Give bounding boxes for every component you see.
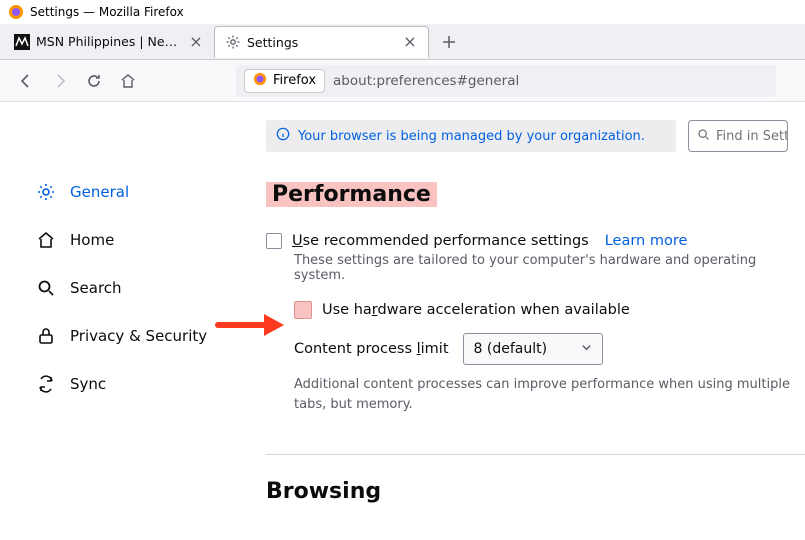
info-icon	[276, 127, 290, 145]
tailored-description: These settings are tailored to your comp…	[294, 253, 805, 283]
sidebar-item-label: Sync	[70, 375, 106, 393]
search-input[interactable]: Find in Settings	[688, 120, 788, 152]
content-process-limit-label: Content process limit	[294, 341, 449, 357]
url-identity-label: Firefox	[273, 73, 316, 88]
search-placeholder: Find in Settings	[716, 129, 788, 144]
window-titlebar: Settings — Mozilla Firefox	[0, 0, 805, 24]
close-icon[interactable]: ×	[402, 34, 418, 50]
url-bar[interactable]: Firefox about:preferences#general	[236, 65, 776, 97]
window-title: Settings — Mozilla Firefox	[30, 5, 184, 19]
tab-msn[interactable]: MSN Philippines | News, Outloo ×	[4, 26, 214, 58]
browsing-heading: Browsing	[266, 479, 381, 504]
hw-accel-checkbox-row[interactable]: Use hardware acceleration when available	[294, 301, 805, 319]
url-identity-box[interactable]: Firefox	[244, 69, 325, 93]
use-recommended-label: Use recommended performance settings	[292, 233, 589, 249]
nav-toolbar: Firefox about:preferences#general	[0, 60, 805, 102]
learn-more-link[interactable]: Learn more	[605, 233, 688, 249]
search-icon	[36, 278, 56, 298]
url-text: about:preferences#general	[333, 73, 519, 89]
reload-button[interactable]	[78, 65, 110, 97]
gear-icon	[225, 34, 241, 50]
firefox-logo-icon	[253, 72, 267, 90]
sync-icon	[36, 374, 56, 394]
new-tab-button[interactable]	[435, 28, 463, 56]
forward-button[interactable]	[44, 65, 76, 97]
lock-icon	[36, 326, 56, 346]
settings-sidebar: General Home Search Privacy & Security S…	[0, 102, 240, 540]
use-recommended-checkbox-row[interactable]: Use recommended performance settings Lea…	[266, 233, 805, 249]
checkbox-unchecked-icon[interactable]	[294, 301, 312, 319]
tab-label: MSN Philippines | News, Outloo	[36, 34, 182, 49]
sidebar-item-label: Privacy & Security	[70, 327, 207, 345]
tab-label: Settings	[247, 35, 396, 50]
tab-strip: MSN Philippines | News, Outloo × Setting…	[0, 24, 805, 60]
content-area: General Home Search Privacy & Security S…	[0, 102, 805, 540]
tab-settings[interactable]: Settings ×	[214, 26, 429, 58]
content-process-limit-dropdown[interactable]: 8 (default)	[463, 333, 603, 365]
sidebar-item-general[interactable]: General	[36, 172, 220, 212]
home-icon	[36, 230, 56, 250]
managed-infobar-text[interactable]: Your browser is being managed by your or…	[298, 129, 645, 144]
home-button[interactable]	[112, 65, 144, 97]
checkbox-unchecked-icon[interactable]	[266, 233, 282, 249]
gear-icon	[36, 182, 56, 202]
search-icon	[697, 128, 710, 145]
sidebar-item-home[interactable]: Home	[36, 220, 220, 260]
firefox-logo-icon	[8, 4, 24, 20]
close-icon[interactable]: ×	[188, 34, 204, 50]
sidebar-item-label: General	[70, 183, 129, 201]
chevron-down-icon	[581, 341, 592, 357]
msn-favicon-icon	[14, 34, 30, 50]
hw-accel-label: Use hardware acceleration when available	[322, 302, 630, 318]
performance-heading: Performance	[266, 182, 437, 207]
back-button[interactable]	[10, 65, 42, 97]
sidebar-item-sync[interactable]: Sync	[36, 364, 220, 404]
sidebar-item-search[interactable]: Search	[36, 268, 220, 308]
dropdown-value: 8 (default)	[474, 341, 548, 357]
sidebar-item-label: Home	[70, 231, 114, 249]
sidebar-item-privacy[interactable]: Privacy & Security	[36, 316, 220, 356]
additional-processes-description: Additional content processes can improve…	[294, 375, 805, 414]
managed-infobar: Your browser is being managed by your or…	[266, 120, 676, 152]
sidebar-item-label: Search	[70, 279, 122, 297]
settings-main: Your browser is being managed by your or…	[240, 102, 805, 540]
section-divider	[266, 454, 805, 455]
